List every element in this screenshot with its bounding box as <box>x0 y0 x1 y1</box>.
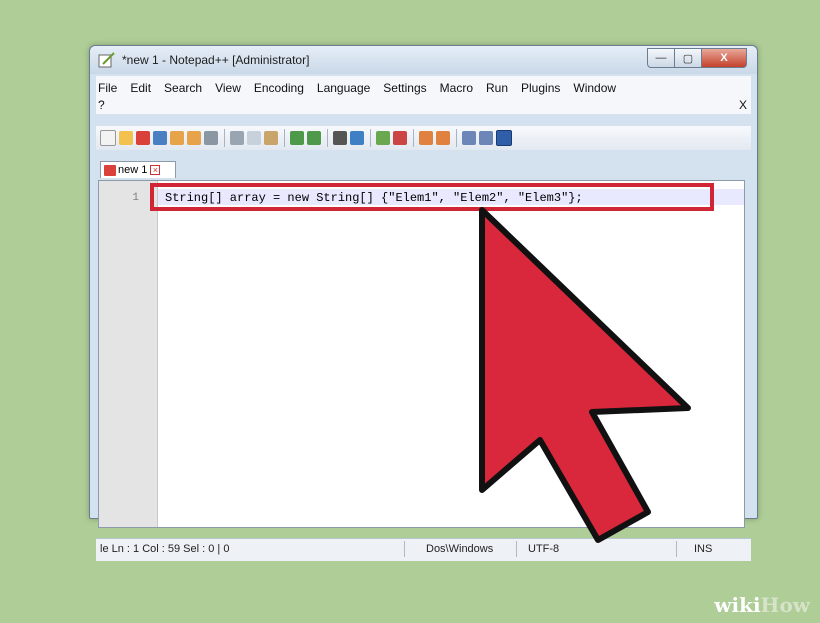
menu-row: File Edit Search View Encoding Language … <box>98 81 629 95</box>
menu-file[interactable]: File <box>98 81 117 95</box>
menu-view[interactable]: View <box>215 81 241 95</box>
tab-label: new 1 <box>118 164 148 176</box>
toolbar-separator <box>456 129 457 147</box>
zoom-in-icon[interactable] <box>376 131 390 145</box>
menu-plugins[interactable]: Plugins <box>521 81 560 95</box>
title-bar[interactable]: *new 1 - Notepad++ [Administrator] — ▢ X <box>90 46 757 74</box>
undo-icon[interactable] <box>290 131 304 145</box>
notepadpp-app-icon <box>98 52 115 68</box>
unsaved-file-icon <box>104 164 116 176</box>
toolbar-separator <box>284 129 285 147</box>
indent-guide-icon[interactable] <box>496 130 512 146</box>
minimize-button[interactable]: — <box>647 48 675 68</box>
save-all-icon[interactable] <box>153 131 167 145</box>
zoom-out-icon[interactable] <box>393 131 407 145</box>
close-icon[interactable] <box>170 131 184 145</box>
new-file-icon[interactable] <box>100 130 116 146</box>
toolbar-separator <box>413 129 414 147</box>
tab-close-icon[interactable]: × <box>150 165 161 175</box>
toolbar-separator <box>327 129 328 147</box>
watermark-wiki: wiki <box>714 593 761 617</box>
menu-window[interactable]: Window <box>573 81 616 95</box>
sync-v-icon[interactable] <box>419 131 433 145</box>
pointer-arrow-icon <box>479 207 691 543</box>
cut-icon[interactable] <box>230 131 244 145</box>
window-title: *new 1 - Notepad++ [Administrator] <box>122 53 310 67</box>
close-document-button[interactable]: X <box>739 98 747 112</box>
open-file-icon[interactable] <box>119 131 133 145</box>
tab-strip: new 1 × <box>96 159 751 179</box>
save-icon[interactable] <box>136 131 150 145</box>
status-divider <box>404 541 405 557</box>
tab-new-1[interactable]: new 1 × <box>100 161 176 178</box>
menu-language[interactable]: Language <box>317 81 370 95</box>
menu-help[interactable]: ? <box>98 98 105 112</box>
menu-edit[interactable]: Edit <box>130 81 151 95</box>
toolbar-separator <box>370 129 371 147</box>
menu-encoding[interactable]: Encoding <box>254 81 304 95</box>
toolbar-separator <box>224 129 225 147</box>
menu-run[interactable]: Run <box>486 81 508 95</box>
paste-icon[interactable] <box>264 131 278 145</box>
replace-icon[interactable] <box>350 131 364 145</box>
menu-bar: File Edit Search View Encoding Language … <box>96 76 751 114</box>
maximize-button[interactable]: ▢ <box>674 48 702 68</box>
all-chars-icon[interactable] <box>479 131 493 145</box>
menu-macro[interactable]: Macro <box>440 81 473 95</box>
menu-search[interactable]: Search <box>164 81 202 95</box>
print-icon[interactable] <box>204 131 218 145</box>
window-controls: — ▢ X <box>647 48 747 68</box>
wikihow-watermark: wikiHow <box>714 593 810 617</box>
menu-settings[interactable]: Settings <box>383 81 426 95</box>
find-icon[interactable] <box>333 131 347 145</box>
line-number-gutter: 1 <box>99 181 158 527</box>
watermark-how: How <box>760 593 810 617</box>
line-number: 1 <box>132 192 139 204</box>
wrap-icon[interactable] <box>462 131 476 145</box>
status-position: le Ln : 1 Col : 59 Sel : 0 | 0 <box>100 543 230 555</box>
sync-h-icon[interactable] <box>436 131 450 145</box>
close-window-button[interactable]: X <box>701 48 747 68</box>
redo-icon[interactable] <box>307 131 321 145</box>
close-all-icon[interactable] <box>187 131 201 145</box>
copy-icon[interactable] <box>247 131 261 145</box>
toolbar <box>96 126 751 150</box>
